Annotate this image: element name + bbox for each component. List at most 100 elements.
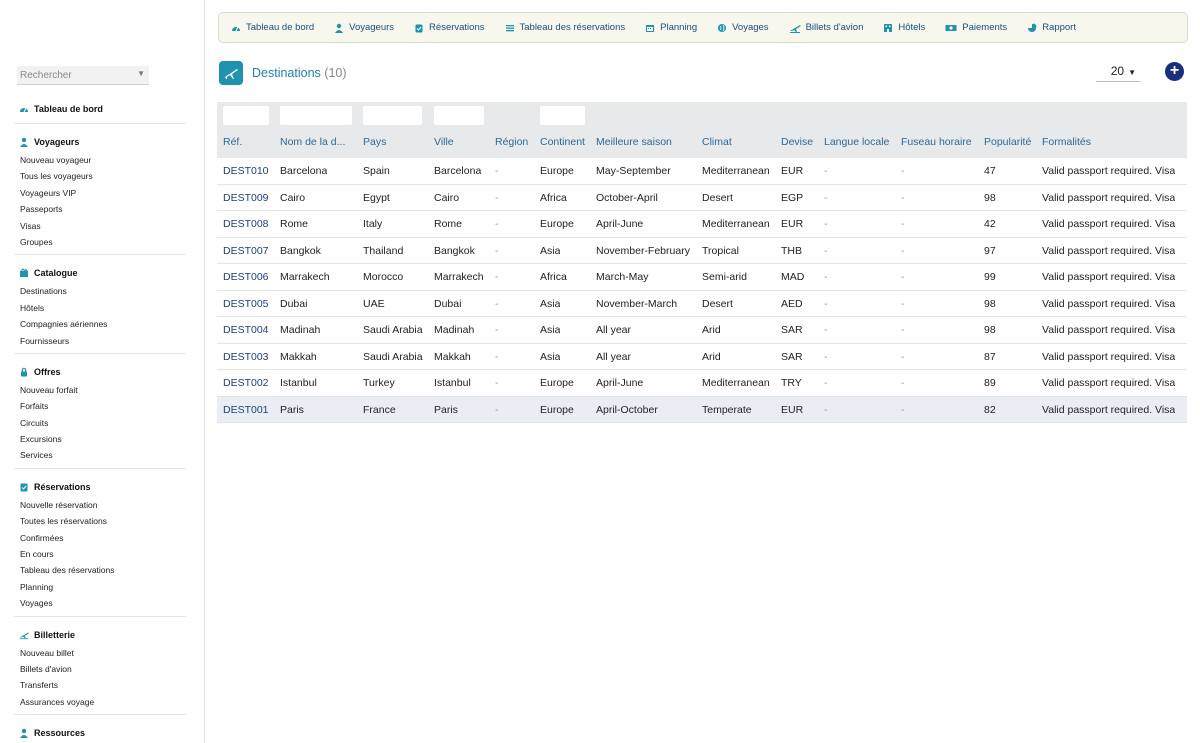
sidebar-item[interactable]: Toutes les réservations	[14, 513, 186, 529]
sidebar-group-label: Réservations	[34, 481, 91, 492]
table-cell: TRY	[781, 377, 802, 389]
chevron-down-icon[interactable]: ▼	[137, 69, 145, 78]
table-row[interactable]: DEST001 Paris France Paris - Europe April-Octo…	[217, 396, 1187, 423]
sidebar-group-title[interactable]: Voyageurs	[14, 132, 186, 152]
column-header[interactable]: Popularité	[984, 136, 1031, 148]
record-link[interactable]: DEST006	[223, 271, 269, 283]
topnav-item[interactable]: Paiements	[945, 22, 1007, 33]
lock-icon	[19, 367, 29, 377]
table-row[interactable]: DEST010 Barcelona Spain Barcelona - Europe May…	[217, 158, 1187, 185]
sidebar-item[interactable]: Nouveau voyageur	[14, 152, 186, 168]
sidebar-item[interactable]: Visas	[14, 218, 186, 234]
column-header[interactable]: Meilleure saison	[596, 136, 672, 148]
sidebar-item[interactable]: Compagnies aériennes	[14, 316, 186, 332]
sidebar-item[interactable]: En cours	[14, 546, 186, 562]
column-header[interactable]: Région	[495, 136, 528, 148]
column-header[interactable]: Ville	[434, 136, 454, 148]
table-row[interactable]: DEST003 Makkah Saudi Arabia Makkah - Asia All …	[217, 344, 1187, 370]
topnav-item[interactable]: Réservations	[414, 22, 485, 33]
table-row[interactable]: DEST002 Istanbul Turkey Istanbul - Europe Apri…	[217, 370, 1187, 397]
topnav-item[interactable]: Billets d'avion	[789, 22, 863, 33]
sidebar-item[interactable]: Voyages	[14, 595, 186, 611]
record-link[interactable]: DEST007	[223, 245, 269, 257]
sidebar-item[interactable]: Fournisseurs	[14, 333, 186, 349]
table-cell: EGP	[781, 191, 804, 204]
sidebar-item[interactable]: Destinations	[14, 283, 186, 299]
table-row[interactable]: DEST005 Dubai UAE Dubai - Asia November-March D…	[217, 291, 1187, 317]
record-link[interactable]: DEST003	[223, 351, 269, 363]
table-cell: 89	[984, 377, 996, 389]
table-cell: Asia	[540, 244, 561, 257]
table-row[interactable]: DEST004 Madinah Saudi Arabia Madinah - Asia Al…	[217, 317, 1187, 344]
sidebar-group-title[interactable]: Billetterie	[14, 625, 186, 645]
column-header[interactable]: Réf.	[223, 136, 242, 148]
sidebar-item[interactable]: Services	[14, 447, 186, 463]
column-header[interactable]: Formalités	[1042, 136, 1091, 148]
table-cell: May-September	[596, 165, 671, 177]
column-filter-input[interactable]	[363, 106, 422, 125]
column-header[interactable]: Nom de la d...	[280, 136, 345, 148]
column-filter-input[interactable]	[540, 106, 585, 125]
sidebar-group-title[interactable]: Ressources	[14, 723, 186, 743]
add-destination-button[interactable]: +	[1165, 62, 1184, 81]
sidebar-item[interactable]: Nouveau forfait	[14, 382, 186, 398]
topnav-item[interactable]: Voyageurs	[334, 22, 394, 33]
record-link[interactable]: DEST002	[223, 377, 269, 389]
sidebar-item[interactable]: Forfaits	[14, 398, 186, 414]
table-row[interactable]: DEST009 Cairo Egypt Cairo - Africa October-Apr…	[217, 185, 1187, 211]
table-cell: -	[495, 324, 499, 336]
record-link[interactable]: DEST010	[223, 165, 269, 177]
catalog-icon	[19, 268, 29, 278]
topnav-item[interactable]: Tableau de bord	[231, 22, 314, 33]
sidebar-item[interactable]: Planning	[14, 579, 186, 595]
table-row[interactable]: DEST007 Bangkok Thailand Bangkok - Asia Novemb…	[217, 238, 1187, 264]
sidebar-item[interactable]: Circuits	[14, 415, 186, 431]
sidebar-item[interactable]: Excursions	[14, 431, 186, 447]
record-link[interactable]: DEST001	[223, 404, 269, 416]
column-header[interactable]: Pays	[363, 136, 386, 148]
column-header[interactable]: Climat	[702, 136, 732, 148]
sidebar-item[interactable]: Billets d'avion	[14, 661, 186, 677]
per-page-select[interactable]: 20 ▼	[1096, 62, 1140, 82]
topnav-item[interactable]: Rapport	[1027, 22, 1076, 33]
table-cell: Desert	[702, 191, 733, 204]
table-cell: Asia	[540, 324, 561, 336]
search-input[interactable]: Rechercher ▼	[17, 66, 149, 85]
column-header[interactable]: Langue locale	[824, 136, 889, 148]
sidebar-item[interactable]: Voyageurs VIP	[14, 185, 186, 201]
table-cell: Asia	[540, 297, 561, 310]
column-header[interactable]: Devise	[781, 136, 813, 148]
record-link[interactable]: DEST004	[223, 324, 269, 336]
record-link[interactable]: DEST009	[223, 192, 269, 204]
column-header[interactable]: Fuseau horaire	[901, 136, 972, 148]
topnav-item[interactable]: Hôtels	[883, 22, 925, 33]
topnav-item[interactable]: Planning	[645, 22, 697, 33]
column-header[interactable]: Continent	[540, 136, 585, 148]
table-cell: 82	[984, 403, 996, 416]
sidebar-item[interactable]: Hôtels	[14, 300, 186, 316]
column-filter-input[interactable]	[280, 106, 352, 125]
topnav-item[interactable]: Tableau des réservations	[505, 22, 625, 33]
topnav-label: Planning	[660, 22, 698, 33]
sidebar-item[interactable]: Groupes	[14, 234, 186, 250]
record-link[interactable]: DEST005	[223, 298, 269, 310]
sidebar-group-title[interactable]: Offres	[14, 362, 186, 382]
sidebar-group-title[interactable]: Catalogue	[14, 263, 186, 283]
record-link[interactable]: DEST008	[223, 218, 269, 230]
sidebar-item[interactable]: Confirmées	[14, 530, 186, 546]
sidebar-group-title[interactable]: Tableau de bord	[14, 99, 186, 119]
table-row[interactable]: DEST008 Rome Italy Rome - Europe April-June Med…	[217, 211, 1187, 238]
sidebar-item[interactable]: Assurances voyage	[14, 694, 186, 710]
sidebar-item[interactable]: Tableau des réservations	[14, 562, 186, 578]
column-filter-input[interactable]	[434, 106, 484, 125]
column-filter-input[interactable]	[223, 106, 269, 125]
sidebar-item[interactable]: Transferts	[14, 677, 186, 693]
sidebar-item[interactable]: Passeports	[14, 201, 186, 217]
table-cell: Istanbul	[434, 377, 471, 389]
sidebar-item[interactable]: Tous les voyageurs	[14, 168, 186, 184]
sidebar-item[interactable]: Nouvelle réservation	[14, 497, 186, 513]
table-row[interactable]: DEST006 Marrakech Morocco Marrakech - Africa M…	[217, 264, 1187, 291]
sidebar-item[interactable]: Nouveau billet	[14, 645, 186, 661]
sidebar-group-title[interactable]: Réservations	[14, 477, 186, 497]
topnav-item[interactable]: Voyages	[717, 22, 769, 33]
